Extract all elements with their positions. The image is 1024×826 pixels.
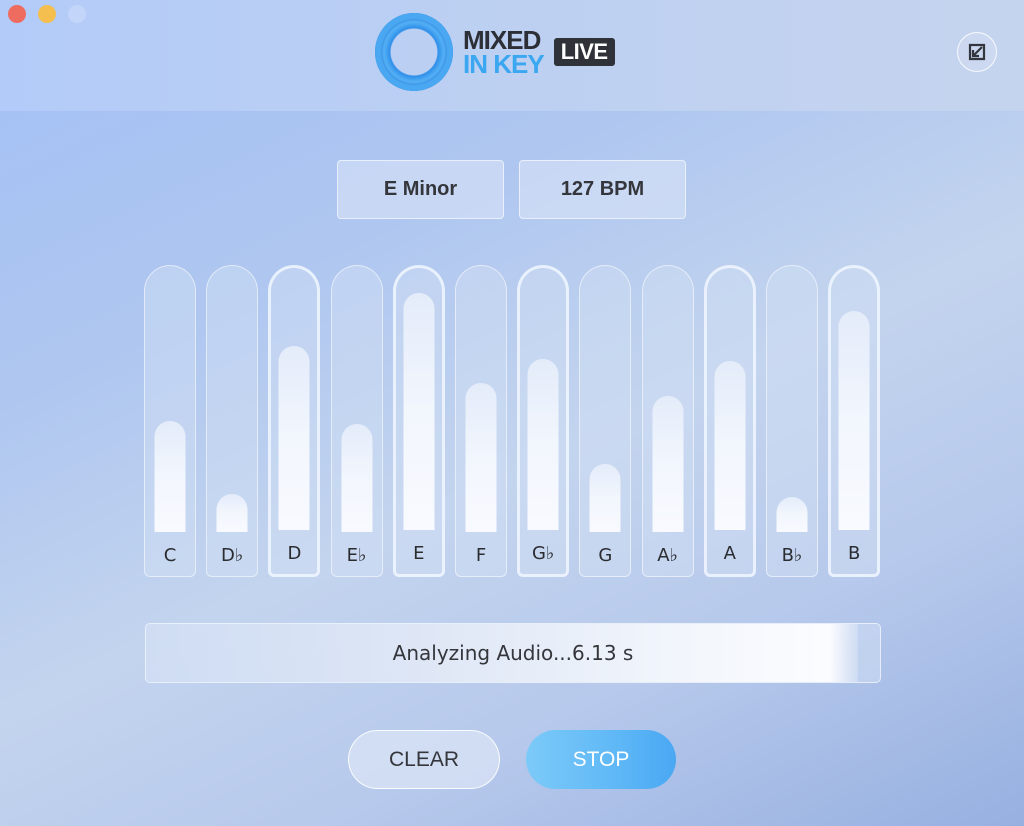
key-column[interactable]: D xyxy=(268,265,321,577)
key-level-bar xyxy=(776,496,808,532)
key-level-bar xyxy=(154,421,186,532)
key-label: D♭ xyxy=(221,545,244,566)
logo-live-badge: LIVE xyxy=(553,38,615,66)
progress-label: Analyzing Audio...6.13 s xyxy=(392,641,634,665)
window-minimize-button[interactable] xyxy=(38,5,56,23)
key-column[interactable]: B♭ xyxy=(766,265,818,577)
logo-line2: IN KEY xyxy=(463,49,545,79)
key-column[interactable]: A xyxy=(703,265,756,577)
key-level-bar xyxy=(838,310,870,530)
mini-mode-button[interactable] xyxy=(957,32,997,72)
window-close-button[interactable] xyxy=(8,5,26,23)
key-level-bar xyxy=(589,463,621,532)
key-chart: C D♭ D E♭ E F G♭ G A♭ A B♭ B xyxy=(144,265,884,577)
key-label: B xyxy=(848,543,861,564)
key-label: G xyxy=(598,545,613,566)
key-column[interactable]: G xyxy=(579,265,632,577)
resize-arrow-icon xyxy=(968,43,986,61)
key-column[interactable]: B xyxy=(828,265,881,577)
analysis-progress-bar: Analyzing Audio...6.13 s xyxy=(145,623,881,683)
key-label: E♭ xyxy=(346,545,367,566)
app-logo: MIXED IN KEY LIVE xyxy=(375,12,615,92)
title-bar: MIXED IN KEY LIVE xyxy=(0,0,1024,111)
key-label: B♭ xyxy=(781,545,803,566)
key-label: D xyxy=(287,543,302,564)
key-level-bar xyxy=(403,293,435,530)
key-column[interactable]: A♭ xyxy=(641,265,694,577)
key-column[interactable]: E xyxy=(392,265,445,577)
key-level-bar xyxy=(216,494,248,532)
key-label: A♭ xyxy=(657,545,678,566)
key-label: A xyxy=(723,543,736,564)
key-level-bar xyxy=(278,346,310,530)
key-column[interactable]: F xyxy=(455,265,507,577)
key-level-bar xyxy=(465,383,497,532)
key-level-bar xyxy=(652,395,684,532)
clear-button[interactable]: CLEAR xyxy=(348,730,500,789)
key-level-bar xyxy=(714,361,746,530)
key-label: G♭ xyxy=(531,543,555,564)
key-column[interactable]: C xyxy=(144,265,196,577)
bpm-display: 127 BPM xyxy=(519,160,686,219)
stop-button[interactable]: STOP xyxy=(526,730,676,789)
window-maximize-button[interactable] xyxy=(68,5,86,23)
key-level-bar xyxy=(341,423,373,532)
key-label: E xyxy=(413,543,425,564)
key-column[interactable]: E♭ xyxy=(330,265,383,577)
key-level-bar xyxy=(527,358,559,530)
logo-ring-icon xyxy=(375,13,453,91)
key-label: F xyxy=(475,545,487,566)
key-column[interactable]: G♭ xyxy=(517,265,570,577)
logo-wordmark: MIXED IN KEY xyxy=(463,27,545,79)
key-label: C xyxy=(163,545,177,566)
key-display: E Minor xyxy=(337,160,504,219)
key-column[interactable]: D♭ xyxy=(206,265,259,577)
